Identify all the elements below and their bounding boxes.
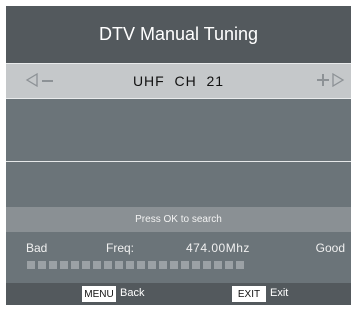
signal-meter-segment <box>181 261 189 269</box>
dialog-title: DTV Manual Tuning <box>6 6 351 63</box>
channel-label: UHF CH 21 <box>132 73 225 89</box>
signal-meter <box>27 261 347 269</box>
signal-meter-segment <box>192 261 200 269</box>
menu-key[interactable]: MENU <box>82 286 116 302</box>
signal-meter-segment <box>27 261 35 269</box>
freq-value: 474.00Mhz <box>186 241 250 255</box>
plus-icon <box>317 74 329 86</box>
signal-meter-segment <box>159 261 167 269</box>
signal-labels: Bad Freq: 474.00Mhz Good <box>6 239 351 257</box>
divider <box>6 161 351 162</box>
signal-meter-segment <box>104 261 112 269</box>
tuning-dialog: DTV Manual Tuning UHF CH 21 Press OK to … <box>6 6 351 305</box>
signal-bad-label: Bad <box>26 241 48 255</box>
signal-good-label: Good <box>315 241 345 255</box>
signal-meter-segment <box>71 261 79 269</box>
signal-meter-segment <box>170 261 178 269</box>
signal-meter-segment <box>38 261 46 269</box>
signal-meter-segment <box>49 261 57 269</box>
footer-bar: MENU Back EXIT Exit <box>6 283 351 305</box>
signal-meter-segment <box>126 261 134 269</box>
signal-meter-segment <box>137 261 145 269</box>
arrow-right-icon[interactable] <box>331 73 345 87</box>
signal-meter-segment <box>236 261 244 269</box>
signal-meter-segment <box>93 261 101 269</box>
channel-selector[interactable]: UHF CH 21 <box>6 63 351 99</box>
signal-meter-segment <box>115 261 123 269</box>
signal-meter-segment <box>225 261 233 269</box>
exit-label: Exit <box>270 287 289 299</box>
exit-key[interactable]: EXIT <box>232 286 266 302</box>
search-hint: Press OK to search <box>6 207 351 232</box>
signal-meter-segment <box>82 261 90 269</box>
signal-meter-segment <box>60 261 68 269</box>
back-label: Back <box>120 287 145 299</box>
freq-label: Freq: <box>106 241 135 255</box>
signal-meter-segment <box>214 261 222 269</box>
signal-meter-segment <box>148 261 156 269</box>
signal-meter-segment <box>203 261 211 269</box>
